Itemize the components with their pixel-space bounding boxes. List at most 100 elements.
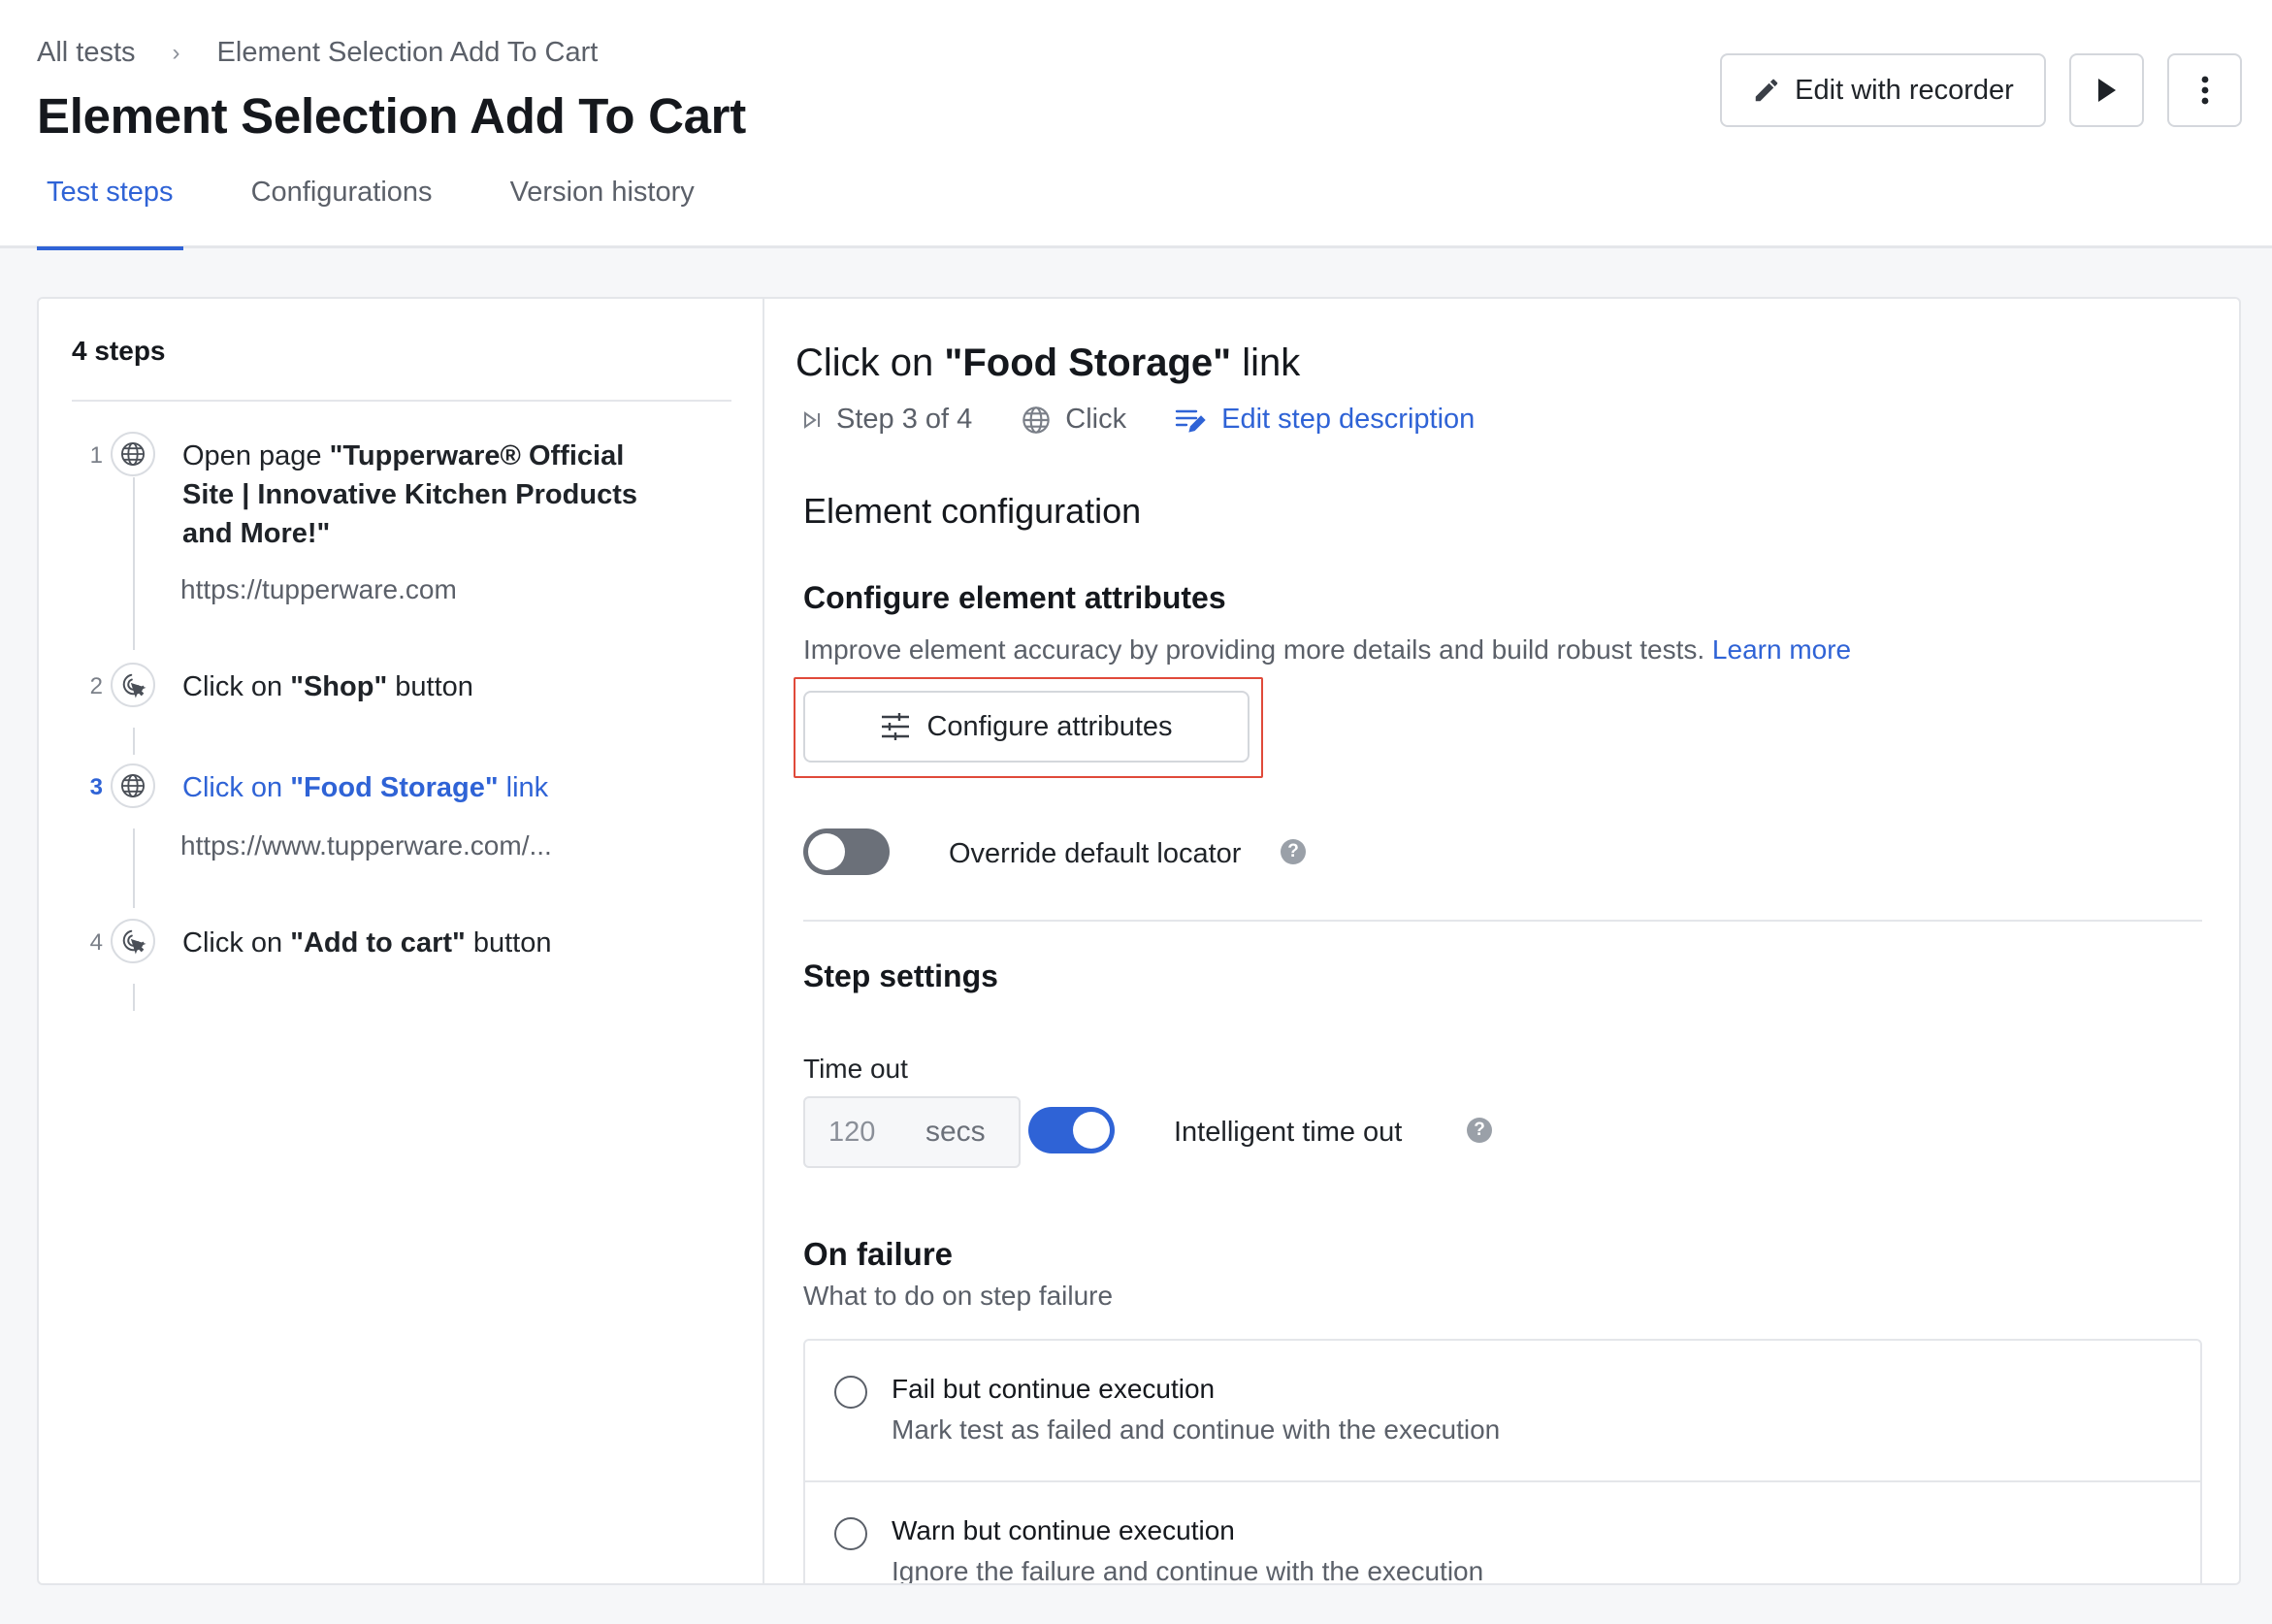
tab-version-history[interactable]: Version history (501, 175, 704, 248)
step-action-type: Click (1021, 404, 1126, 436)
breadcrumb-all-tests-link[interactable]: All tests (37, 37, 136, 69)
step-prefix: Click on (182, 671, 291, 702)
toggle-knob (1073, 1112, 1110, 1149)
override-locator-toggle[interactable] (803, 828, 890, 875)
configure-attributes-heading: Configure element attributes (803, 580, 1226, 615)
step-position: Step 3 of 4 (801, 404, 972, 436)
timeout-value: 120 (828, 1116, 876, 1148)
on-failure-description: What to do on step failure (803, 1281, 1114, 1311)
step-text: Click on "Add to cart" button (182, 924, 551, 962)
option-title: Fail but continue execution (892, 1374, 1216, 1404)
failure-option-fail-continue[interactable]: Fail but continue execution Mark test as… (805, 1341, 2200, 1482)
step-url: https://www.tupperware.com/... (180, 830, 552, 861)
step-prefix: Click on (182, 927, 291, 958)
configure-attributes-desc-text: Improve element accuracy by providing mo… (803, 634, 1705, 665)
divider (72, 400, 731, 402)
step-position-label: Step 3 of 4 (836, 404, 973, 435)
run-test-button[interactable] (2069, 53, 2144, 127)
step-number: 2 (89, 673, 103, 699)
option-description: Mark test as failed and continue with th… (892, 1414, 1501, 1445)
step-target: "Add to cart" (290, 927, 466, 958)
steps-panel: 4 steps 1 Open page "Tupperware® Officia… (39, 299, 764, 1583)
click-cursor-icon (111, 663, 155, 707)
edit-step-description-label: Edit step description (1221, 404, 1476, 435)
step-settings-heading: Step settings (803, 958, 998, 993)
play-icon (2097, 79, 2116, 102)
breadcrumb-current: Element Selection Add To Cart (216, 37, 599, 68)
edit-step-description-link[interactable]: Edit step description (1175, 404, 1475, 436)
step-target-line-2: Site | Innovative Kitchen Products (182, 479, 637, 510)
configure-attributes-button[interactable]: Configure attributes (803, 691, 1250, 763)
edit-with-recorder-button[interactable]: Edit with recorder (1720, 53, 2046, 127)
tab-bar: Test steps Configurations Version histor… (37, 175, 763, 250)
help-icon[interactable]: ? (1467, 1118, 1492, 1143)
click-cursor-icon (111, 919, 155, 963)
step-detail-title: Click on "Food Storage" link (795, 341, 1300, 385)
toggle-knob (808, 833, 845, 870)
step-text: Click on "Shop" button (182, 667, 473, 706)
step-target: "Shop" (290, 671, 388, 702)
step-prefix: Click on (182, 772, 291, 803)
action-type-label: Click (1065, 404, 1127, 435)
step-connector (133, 477, 135, 650)
divider (803, 920, 2202, 922)
timeout-label: Time out (803, 1054, 908, 1084)
page-header: All tests › Element Selection Add To Car… (0, 0, 2272, 250)
step-connector (133, 984, 135, 1011)
learn-more-link[interactable]: Learn more (1712, 634, 1851, 665)
step-detail-panel: Click on "Food Storage" link Step 3 of 4… (766, 299, 2239, 1583)
step-suffix: button (387, 671, 473, 702)
on-failure-options: Fail but continue execution Mark test as… (803, 1339, 2202, 1585)
title-suffix: link (1231, 341, 1301, 384)
step-text: Click on "Food Storage" link (182, 768, 548, 807)
tab-configurations[interactable]: Configurations (242, 175, 442, 248)
timeout-input[interactable]: 120 secs (803, 1096, 1021, 1168)
more-options-button[interactable] (2167, 53, 2242, 127)
option-description: Ignore the failure and continue with the… (892, 1556, 1484, 1585)
step-number: 1 (89, 442, 103, 469)
step-suffix: button (465, 927, 552, 958)
step-number: 3 (89, 774, 103, 800)
help-icon[interactable]: ? (1281, 839, 1306, 864)
step-connector (133, 728, 135, 755)
step-url: https://tupperware.com (180, 574, 457, 604)
step-meta-row: Step 3 of 4 Click Edit step description (801, 404, 1523, 436)
intelligent-timeout-label: Intelligent time out (1174, 1117, 1403, 1148)
step-target-line-3: and More!" (182, 518, 331, 549)
tune-icon (882, 713, 910, 740)
configure-attributes-description: Improve element accuracy by providing mo… (803, 634, 1851, 666)
globe-icon (111, 432, 155, 476)
on-failure-heading: On failure (803, 1236, 954, 1272)
override-locator-label: Override default locator (949, 838, 1242, 869)
step-target-line-1: "Tupperware® Official (329, 440, 625, 471)
globe-icon (1022, 406, 1051, 434)
page-title: Element Selection Add To Cart (37, 88, 746, 144)
failure-option-warn-continue[interactable]: Warn but continue execution Ignore the f… (805, 1482, 2200, 1585)
title-prefix: Click on (795, 341, 945, 384)
radio-button[interactable] (834, 1376, 867, 1409)
more-vertical-icon (2201, 76, 2208, 105)
step-text: Open page "Tupperware® Official Site | I… (182, 437, 726, 553)
main-card: 4 steps 1 Open page "Tupperware® Officia… (37, 297, 2241, 1585)
steps-count: 4 steps (72, 336, 166, 366)
breadcrumb-separator: › (172, 39, 180, 66)
edit-with-recorder-label: Edit with recorder (1795, 74, 2014, 106)
element-configuration-heading: Element configuration (803, 491, 1142, 531)
step-suffix: link (498, 772, 549, 803)
skip-next-icon (804, 410, 820, 429)
title-target: "Food Storage" (944, 341, 1232, 384)
step-number: 4 (89, 929, 103, 956)
step-prefix: Open page (182, 440, 330, 471)
configure-attributes-button-label: Configure attributes (926, 710, 1173, 742)
step-target: "Food Storage" (290, 772, 499, 803)
edit-notes-icon (1175, 409, 1206, 433)
timeout-unit: secs (925, 1116, 986, 1148)
tab-test-steps[interactable]: Test steps (37, 175, 183, 250)
breadcrumb: All tests › Element Selection Add To Car… (37, 37, 598, 69)
step-connector (133, 828, 135, 908)
option-title: Warn but continue execution (892, 1515, 1235, 1545)
globe-icon (111, 763, 155, 808)
intelligent-timeout-toggle[interactable] (1028, 1107, 1115, 1153)
pencil-icon (1755, 79, 1778, 102)
radio-button[interactable] (834, 1517, 867, 1550)
